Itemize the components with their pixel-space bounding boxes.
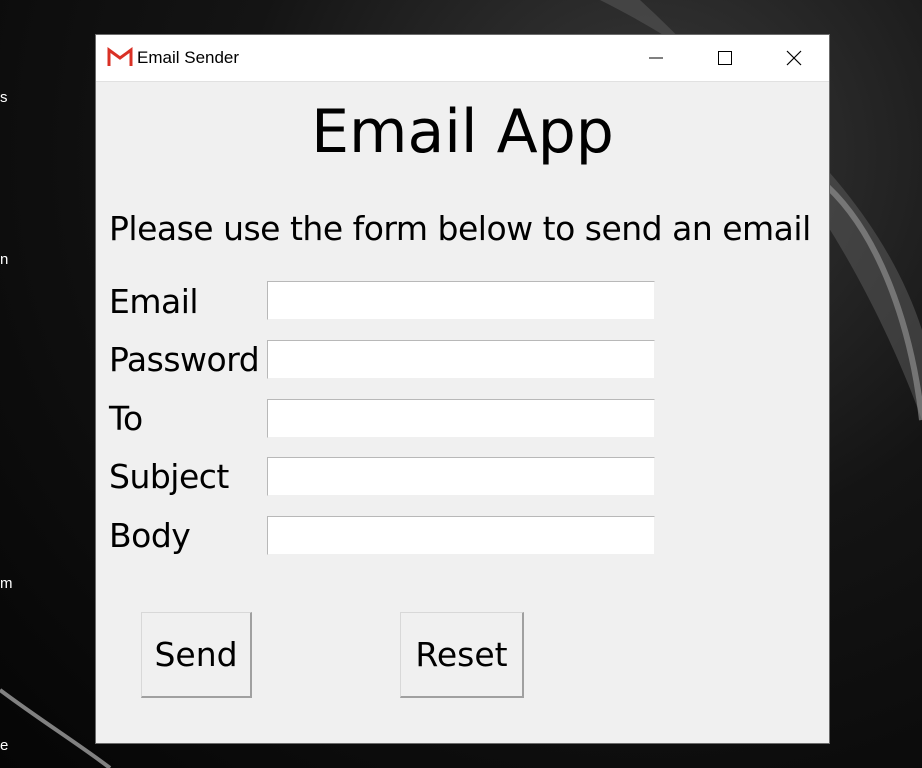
maximize-button[interactable] (690, 35, 760, 81)
body-label: Body (109, 516, 191, 555)
password-label: Password (109, 340, 260, 379)
to-label: To (109, 399, 143, 438)
subject-label: Subject (109, 457, 229, 496)
close-icon (786, 50, 802, 66)
window-titlebar[interactable]: Email Sender (96, 35, 829, 82)
body-field[interactable] (267, 516, 655, 555)
to-field[interactable] (267, 399, 655, 438)
send-button[interactable]: Send (141, 612, 252, 698)
page-title: Email App (311, 97, 614, 167)
minimize-icon (649, 57, 663, 59)
reset-button[interactable]: Reset (400, 612, 524, 698)
desktop-background: s n m e Email Sender Email App Please us… (0, 0, 922, 768)
email-field[interactable] (267, 281, 655, 320)
desktop-icon-label: m (0, 575, 13, 592)
password-field[interactable] (267, 340, 655, 379)
close-button[interactable] (759, 35, 829, 81)
email-label: Email (109, 282, 199, 321)
maximize-icon (718, 51, 732, 65)
gmail-icon (107, 47, 133, 66)
desktop-icon-label: e (0, 737, 9, 754)
subject-field[interactable] (267, 457, 655, 496)
minimize-button[interactable] (621, 35, 691, 81)
window-title: Email Sender (137, 48, 240, 67)
desktop-icon-label: n (0, 251, 9, 268)
desktop-icon-label: s (0, 89, 8, 106)
email-sender-window: Email Sender Email App Please use the fo… (96, 35, 829, 743)
form-instructions: Please use the form below to send an ema… (109, 209, 811, 248)
